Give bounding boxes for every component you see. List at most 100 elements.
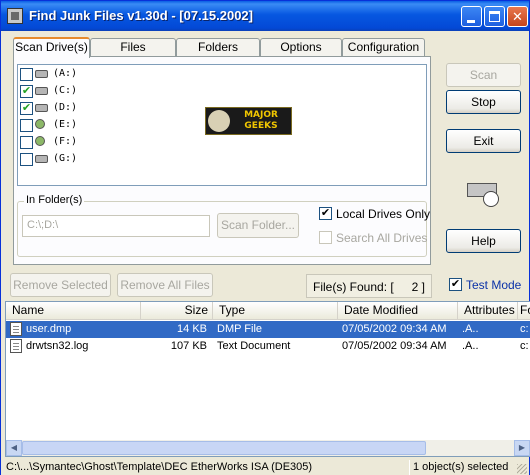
checkbox-label: Search All Drives — [336, 231, 428, 245]
button-label: Remove All Files — [120, 278, 210, 292]
drive-g-checkbox[interactable] — [20, 153, 33, 166]
status-selection: 1 object(s) selected — [409, 460, 513, 475]
file-name: user.dmp — [26, 323, 72, 335]
file-list[interactable]: Name Size Type Date Modified Attributes … — [5, 301, 530, 457]
tab-files[interactable]: Files — [90, 38, 176, 57]
app-window: Find Junk Files v1.30d - [07.15.2002] ✕ … — [0, 0, 530, 475]
column-header-date-modified[interactable]: Date Modified — [338, 302, 458, 320]
table-row[interactable]: drwtsn32.log 107 KB Text Document 07/05/… — [6, 338, 530, 355]
drive-label: (G:) — [53, 153, 78, 164]
column-label: Date Modified — [344, 303, 419, 317]
search-all-drives-checkbox[interactable] — [319, 231, 332, 244]
file-date-modified: 07/05/2002 09:34 AM — [342, 323, 447, 335]
button-label: Scan — [469, 68, 498, 82]
file-attributes: .A.. — [462, 323, 479, 335]
files-found-count: 2 ] — [411, 280, 425, 294]
column-header-attributes[interactable]: Attributes — [458, 302, 518, 320]
close-button[interactable]: ✕ — [507, 6, 528, 27]
file-folder: c: — [520, 340, 529, 352]
files-found-counter: File(s) Found: [ 2 ] — [306, 274, 432, 298]
file-icon — [10, 339, 22, 353]
column-label: Type — [219, 303, 246, 317]
drive-f-checkbox[interactable] — [20, 136, 33, 149]
drive-c-checkbox[interactable] — [20, 85, 33, 98]
tab-label: Configuration — [347, 40, 420, 54]
logo-text: MAJOR GEEKS — [232, 110, 290, 132]
remove-all-files-button[interactable]: Remove All Files — [117, 273, 213, 297]
column-header-type[interactable]: Type — [213, 302, 338, 320]
local-drives-only-checkbox[interactable] — [319, 207, 332, 220]
tab-scan-drives[interactable]: Scan Drive(s) — [13, 37, 90, 58]
table-row[interactable]: user.dmp 14 KB DMP File 07/05/2002 09:34… — [6, 321, 530, 338]
file-type: DMP File — [217, 323, 263, 335]
cd-drive-icon — [35, 136, 45, 146]
stop-button[interactable]: Stop — [446, 90, 521, 114]
drive-label: (E:) — [53, 119, 78, 130]
minimize-button[interactable] — [461, 6, 482, 27]
file-size: 14 KB — [177, 323, 207, 335]
in-folders-label: In Folder(s) — [24, 194, 85, 206]
file-date-modified: 07/05/2002 09:34 AM — [342, 340, 447, 352]
clock-icon — [483, 191, 499, 207]
logo-line: MAJOR — [244, 110, 278, 120]
tab-configuration[interactable]: Configuration — [342, 38, 425, 57]
drive-label: (D:) — [53, 102, 78, 113]
drive-a-checkbox[interactable] — [20, 68, 33, 81]
column-header-folder[interactable]: Fo — [518, 302, 530, 320]
file-type: Text Document — [217, 340, 291, 352]
files-found-label: File(s) Found: [ — [313, 280, 394, 294]
scan-folder-button[interactable]: Scan Folder... — [217, 213, 299, 238]
drive-clock-icon — [467, 181, 499, 209]
exit-button[interactable]: Exit — [446, 129, 521, 153]
button-label: Remove Selected — [13, 278, 108, 292]
column-label: Name — [12, 303, 45, 317]
hard-drive-icon — [35, 104, 48, 112]
button-label: Stop — [471, 95, 496, 109]
removable-drive-icon — [35, 155, 48, 163]
file-attributes: .A.. — [462, 340, 479, 352]
file-list-header: Name Size Type Date Modified Attributes … — [6, 302, 530, 320]
column-header-size[interactable]: Size — [141, 302, 213, 320]
maximize-button[interactable] — [484, 6, 505, 27]
file-icon — [10, 322, 22, 336]
file-name: drwtsn32.log — [26, 340, 89, 352]
minimize-icon — [467, 20, 475, 23]
logo-line: GEEKS — [244, 121, 278, 131]
drive-label: (F:) — [53, 136, 78, 147]
tab-label: Scan Drive(s) — [15, 40, 88, 54]
column-label: Size — [184, 303, 208, 317]
checkbox-label: Test Mode — [466, 278, 522, 292]
scroll-right-icon[interactable]: ▶ — [514, 440, 530, 456]
file-size: 107 KB — [170, 340, 207, 352]
drive-d-checkbox[interactable] — [20, 102, 33, 115]
tab-strip: Scan Drive(s) Files Folders Options Conf… — [13, 37, 431, 58]
tab-options[interactable]: Options — [260, 38, 342, 57]
drive-e-checkbox[interactable] — [20, 119, 33, 132]
scan-button[interactable]: Scan — [446, 63, 521, 87]
remove-selected-button[interactable]: Remove Selected — [10, 273, 111, 297]
maximize-icon — [489, 11, 500, 22]
horizontal-scrollbar[interactable]: ◀ ▶ — [6, 440, 530, 456]
status-path: C:\...\Symantec\Ghost\Template\DEC Ether… — [6, 461, 313, 473]
tab-label: Files — [120, 40, 146, 54]
floppy-drive-icon — [35, 70, 48, 78]
column-label: Fo — [520, 303, 530, 317]
column-label: Attributes — [464, 303, 515, 317]
scroll-thumb[interactable] — [22, 441, 426, 455]
title-bar[interactable]: Find Junk Files v1.30d - [07.15.2002] ✕ — [1, 1, 529, 31]
tab-folders[interactable]: Folders — [176, 38, 260, 57]
drive-label: (C:) — [53, 85, 78, 96]
drive-label: (A:) — [53, 68, 78, 79]
button-label: Exit — [473, 134, 494, 148]
column-header-name[interactable]: Name — [6, 302, 141, 320]
test-mode-checkbox[interactable] — [449, 278, 462, 291]
mascot-icon — [208, 110, 230, 132]
resize-grip-icon[interactable] — [517, 464, 527, 474]
file-folder: c: — [520, 323, 529, 335]
scroll-left-icon[interactable]: ◀ — [6, 440, 22, 456]
tab-label: Options — [280, 40, 322, 54]
checkbox-label: Local Drives Only — [336, 207, 431, 221]
folder-path-input[interactable]: C:\;D:\ — [22, 215, 210, 237]
help-button[interactable]: Help — [446, 229, 521, 253]
tab-label: Folders — [197, 40, 238, 54]
